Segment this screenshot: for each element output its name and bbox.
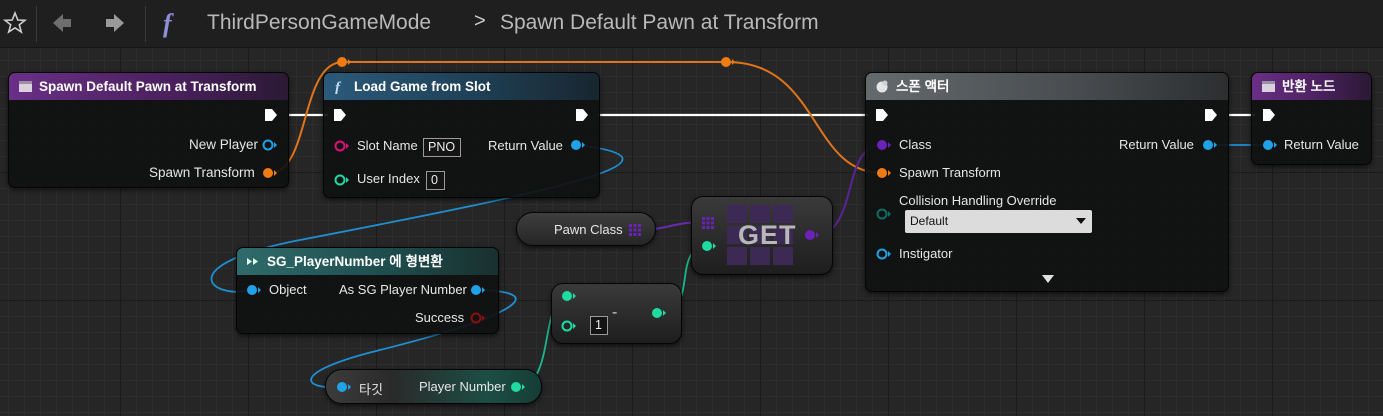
pin-label-user-index: User Index xyxy=(357,171,420,186)
object-pin[interactable] xyxy=(570,139,586,151)
node-title: 스폰 액터 xyxy=(866,73,1228,100)
int-pin[interactable] xyxy=(651,307,667,319)
exec-in-pin[interactable] xyxy=(333,108,347,122)
pin-label-player-number: Player Number xyxy=(419,379,506,394)
svg-text:f: f xyxy=(335,80,342,94)
user-index-field[interactable]: 0 xyxy=(426,171,445,190)
exec-out-pin[interactable] xyxy=(575,108,589,122)
node-title: Spawn Default Pawn at Transform xyxy=(9,73,288,100)
exec-out-pin[interactable] xyxy=(264,108,278,122)
pin-label-as-sg-player-number: As SG Player Number xyxy=(339,282,467,297)
transform-pin[interactable] xyxy=(262,167,278,179)
function-icon: f xyxy=(335,80,342,94)
transform-pin[interactable] xyxy=(876,167,892,179)
object-pin[interactable] xyxy=(336,381,352,393)
exec-in-pin[interactable] xyxy=(875,108,889,122)
reroute-knot[interactable] xyxy=(336,56,352,68)
function-icon: f xyxy=(158,8,188,38)
return-node-icon xyxy=(1262,81,1275,92)
toolbar: f ThirdPersonGameMode > Spawn Default Pa… xyxy=(0,0,1383,48)
pin-label-spawn-transform: Spawn Transform xyxy=(149,165,255,180)
pin-label-collision-handling: Collision Handling Override xyxy=(899,193,1057,208)
bool-pin[interactable] xyxy=(470,312,486,324)
breadcrumb-graph: Spawn Default Pawn at Transform xyxy=(500,11,819,34)
node-title: f Load Game from Slot xyxy=(324,73,599,100)
forward-arrow-icon[interactable] xyxy=(100,8,130,38)
breadcrumb-separator: > xyxy=(474,10,486,32)
cast-icon xyxy=(247,258,258,265)
subtract-operator: - xyxy=(612,304,618,321)
object-pin[interactable] xyxy=(246,284,262,296)
variable-label-pawn-class: Pawn Class xyxy=(554,222,623,237)
pin-label-return-value: Return Value xyxy=(488,138,563,153)
pin-label-object: Object xyxy=(269,282,307,297)
svg-text:f: f xyxy=(163,9,174,38)
exec-out-pin[interactable] xyxy=(1204,108,1218,122)
get-label: GET xyxy=(738,220,797,250)
class-pin[interactable] xyxy=(876,139,892,151)
node-title: 반환 노드 xyxy=(1252,73,1371,100)
pin-label-return-value: Return Value xyxy=(1119,137,1194,152)
pin-label-target: 타깃 xyxy=(359,382,383,397)
pin-label-spawn-transform: Spawn Transform xyxy=(899,165,1001,180)
object-pin[interactable] xyxy=(1202,139,1218,151)
pin-label-slot-name: Slot Name xyxy=(357,138,418,153)
object-pin[interactable] xyxy=(1262,139,1278,151)
class-pin[interactable] xyxy=(804,229,820,241)
pin-label-new-player: New Player xyxy=(189,137,259,152)
reroute-knot[interactable] xyxy=(720,56,736,68)
int-pin[interactable] xyxy=(561,320,577,332)
collision-handling-dropdown[interactable]: Default xyxy=(905,210,1092,233)
int-pin[interactable] xyxy=(334,174,350,186)
pin-label-success: Success xyxy=(415,310,465,325)
object-pin[interactable] xyxy=(876,248,892,260)
function-entry-icon xyxy=(19,81,32,92)
class-array-pin[interactable] xyxy=(701,216,715,230)
class-array-pin[interactable] xyxy=(628,223,642,237)
toolbar-divider xyxy=(145,6,146,42)
exec-in-pin[interactable] xyxy=(1262,108,1276,122)
chevron-down-icon xyxy=(1076,218,1086,224)
string-pin[interactable] xyxy=(334,140,350,152)
enum-pin[interactable] xyxy=(876,208,892,220)
subtract-value-field[interactable]: 1 xyxy=(590,316,608,335)
object-pin[interactable] xyxy=(262,139,278,151)
slot-name-field[interactable]: PNO xyxy=(423,138,461,157)
back-arrow-icon[interactable] xyxy=(47,8,77,38)
toolbar-divider xyxy=(36,6,37,42)
dropdown-value: Default xyxy=(910,214,949,228)
spawn-actor-icon xyxy=(876,80,888,93)
pin-label-return-value: Return Value xyxy=(1284,137,1359,152)
star-icon[interactable] xyxy=(0,8,30,38)
expand-pins-icon[interactable] xyxy=(1041,274,1055,284)
int-pin[interactable] xyxy=(510,381,526,393)
int-pin[interactable] xyxy=(701,240,717,252)
node-title: SG_PlayerNumber 에 형변환 xyxy=(237,248,498,275)
int-pin[interactable] xyxy=(561,290,577,302)
pin-label-instigator: Instigator xyxy=(899,246,953,261)
pin-label-class: Class xyxy=(899,137,932,152)
object-pin[interactable] xyxy=(470,284,486,296)
breadcrumb-blueprint[interactable]: ThirdPersonGameMode xyxy=(207,11,431,35)
